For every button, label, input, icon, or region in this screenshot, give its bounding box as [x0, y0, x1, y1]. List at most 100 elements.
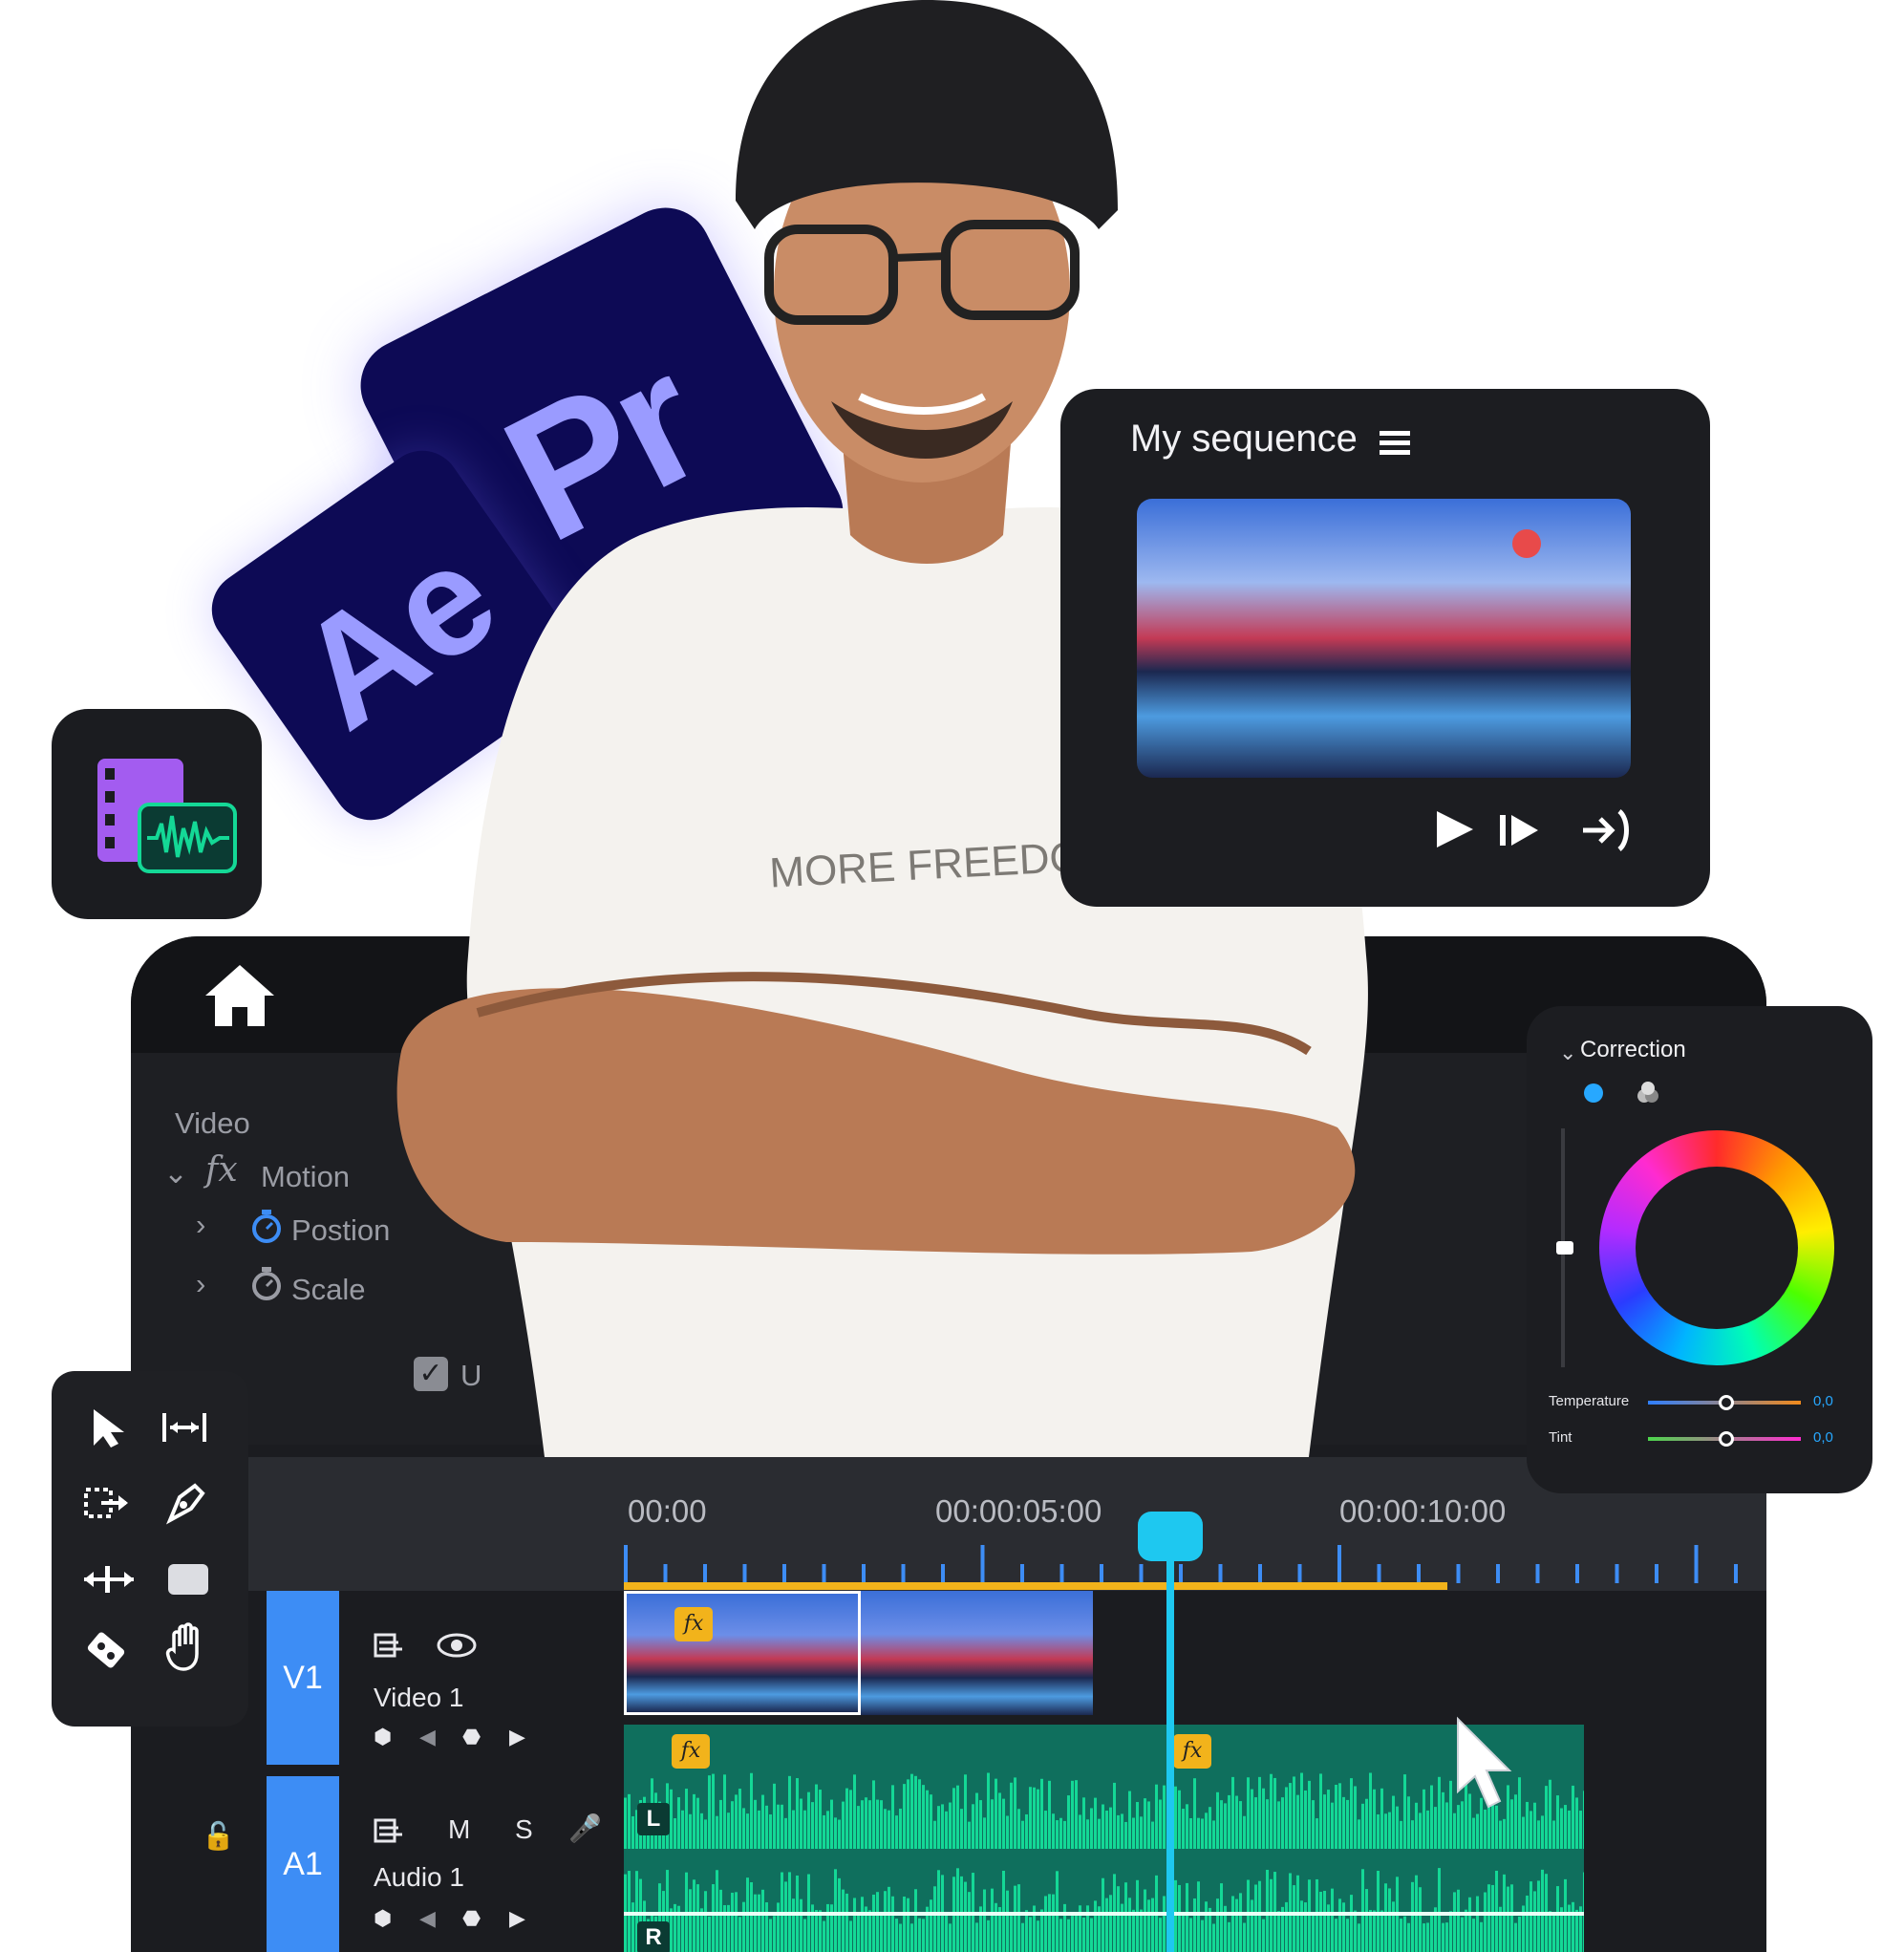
pen-tool-icon[interactable] — [162, 1478, 210, 1526]
waveform-bar — [1128, 1791, 1131, 1849]
chevron-right-icon[interactable]: › — [196, 1267, 205, 1301]
track-output-icon[interactable] — [374, 1631, 404, 1660]
waveform-bar — [1438, 1776, 1441, 1849]
solo-button[interactable]: S — [515, 1814, 533, 1845]
rectangle-tool-icon[interactable] — [164, 1558, 212, 1600]
wheel-mode-dot[interactable] — [1584, 1083, 1603, 1103]
waveform-bar — [956, 1868, 959, 1952]
waveform-bar — [1186, 1804, 1188, 1849]
keyframe-add-icon[interactable]: ⬢ — [374, 1906, 392, 1931]
video-clip-1[interactable]: fx — [624, 1591, 861, 1715]
playhead-line[interactable] — [1166, 1512, 1174, 1952]
video-audio-app-icon[interactable] — [52, 709, 262, 919]
luma-slider-handle[interactable] — [1556, 1241, 1573, 1255]
waveform-bar — [1575, 1797, 1578, 1849]
slip-tool-icon[interactable] — [80, 1558, 138, 1600]
waveform-bar — [1335, 1919, 1337, 1952]
volume-rubberband[interactable] — [624, 1912, 1584, 1916]
waveform-bar — [1323, 1794, 1326, 1849]
color-wheel[interactable] — [1599, 1130, 1834, 1365]
eye-icon[interactable] — [437, 1633, 477, 1658]
track-select-tool-icon[interactable] — [82, 1484, 136, 1526]
playhead-handle[interactable] — [1138, 1512, 1203, 1561]
home-icon[interactable] — [202, 961, 278, 1030]
effect-motion-label[interactable]: Motion — [261, 1160, 350, 1194]
waveform-bar — [857, 1915, 860, 1952]
waveform-bar — [1461, 1917, 1464, 1952]
waveform-bar — [1384, 1813, 1387, 1849]
ruler-tick — [1575, 1564, 1579, 1583]
waveform-bar — [1071, 1780, 1074, 1849]
waveform-bar — [968, 1821, 971, 1849]
chevron-right-icon[interactable]: › — [196, 1208, 205, 1242]
lock-icon[interactable]: 🔓 — [202, 1820, 235, 1852]
keyframe-icon[interactable]: ⬣ — [462, 1725, 481, 1749]
waveform-bar — [853, 1898, 856, 1952]
waveform-bar — [1335, 1784, 1337, 1849]
selection-tool-icon[interactable] — [90, 1407, 128, 1449]
ripple-edit-tool-icon[interactable] — [159, 1407, 214, 1449]
track-v1-header[interactable]: V1 — [267, 1591, 339, 1765]
tint-value[interactable]: 0,0 — [1813, 1429, 1833, 1446]
waveform-bar — [689, 1813, 692, 1849]
waveform-bar — [907, 1898, 909, 1952]
next-keyframe-icon[interactable]: ▶ — [509, 1725, 525, 1749]
waveform-bar — [819, 1910, 822, 1952]
work-area-bar[interactable] — [624, 1582, 1447, 1590]
waveform-bar — [1285, 1901, 1288, 1952]
timeline-ruler[interactable]: 00:00 00:00:05:00 00:00:10:00 — [131, 1457, 1766, 1591]
waveform-bar — [880, 1800, 883, 1849]
ruler-tick — [1059, 1564, 1064, 1583]
video-clip-2[interactable] — [861, 1591, 1093, 1715]
microphone-icon[interactable]: 🎤 — [568, 1813, 602, 1844]
chevron-down-icon[interactable]: ⌄ — [163, 1156, 188, 1191]
waveform-bar — [899, 1923, 902, 1952]
play-icon[interactable] — [1431, 807, 1479, 851]
waveform-bar — [742, 1901, 745, 1952]
stopwatch-icon[interactable] — [249, 1265, 284, 1303]
ruler-tick — [1456, 1564, 1461, 1583]
hamburger-icon[interactable] — [1380, 429, 1412, 458]
waveform-bar — [1201, 1818, 1204, 1849]
keyframe-icon[interactable]: ⬣ — [462, 1906, 481, 1931]
waveform-bar — [1136, 1802, 1139, 1849]
program-monitor-preview[interactable] — [1137, 499, 1631, 778]
next-keyframe-icon[interactable]: ▶ — [509, 1906, 525, 1931]
track-output-icon[interactable] — [374, 1816, 404, 1845]
waveform-bar — [1075, 1780, 1078, 1849]
chevron-down-icon[interactable]: ⌄ — [1559, 1040, 1576, 1065]
waveform-bar — [1472, 1919, 1475, 1952]
waveform-bar — [1293, 1776, 1295, 1849]
prev-keyframe-icon[interactable]: ◀ — [419, 1906, 436, 1931]
waveform-bar — [1396, 1806, 1399, 1849]
razor-tool-icon[interactable] — [80, 1625, 134, 1677]
hand-tool-icon[interactable] — [164, 1621, 212, 1673]
waveform-bar — [1151, 1898, 1154, 1952]
waveform-bar — [983, 1889, 986, 1952]
waveform-bar — [792, 1810, 795, 1849]
keyframe-add-icon[interactable]: ⬢ — [374, 1725, 392, 1749]
step-forward-icon[interactable] — [1498, 811, 1542, 849]
three-wheel-icon[interactable] — [1634, 1079, 1662, 1107]
prev-keyframe-icon[interactable]: ◀ — [419, 1725, 436, 1749]
temperature-value[interactable]: 0,0 — [1813, 1393, 1833, 1409]
waveform-bar — [884, 1809, 887, 1849]
go-to-out-icon[interactable] — [1581, 807, 1635, 853]
waveform-bar — [708, 1775, 711, 1849]
waveform-bar — [1503, 1818, 1506, 1849]
temperature-slider-handle[interactable] — [1719, 1395, 1734, 1410]
tint-slider-handle[interactable] — [1719, 1431, 1734, 1447]
ruler-tick — [703, 1564, 707, 1583]
waveform-bar — [1426, 1810, 1429, 1849]
waveform-bar — [773, 1783, 776, 1849]
ruler-tick — [1655, 1564, 1658, 1583]
waveform-bar — [1186, 1882, 1188, 1952]
track-a1-header[interactable]: A1 — [267, 1776, 339, 1952]
waveform-bar — [1037, 1920, 1039, 1952]
mute-button[interactable]: M — [448, 1814, 470, 1845]
ruler-tick — [742, 1564, 747, 1583]
waveform-bar — [991, 1799, 994, 1849]
audio-clip[interactable]: fx fx L R — [624, 1725, 1584, 1952]
waveform-bar — [1346, 1799, 1349, 1849]
stopwatch-icon[interactable] — [249, 1208, 284, 1246]
